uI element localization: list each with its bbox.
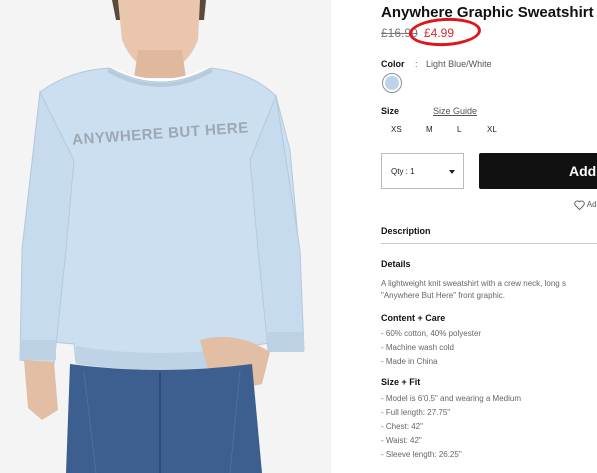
size-options: XS M L XL bbox=[381, 125, 521, 137]
fit-line: - Full length: 27.75" bbox=[381, 408, 451, 417]
size-option-l[interactable]: L bbox=[457, 125, 461, 134]
wishlist-label: Ad bbox=[586, 200, 597, 210]
content-line: - Machine wash cold bbox=[381, 343, 454, 352]
model-illustration bbox=[19, 0, 305, 473]
price-row: £16.90 £4.99 bbox=[381, 16, 581, 48]
product-title: Anywhere Graphic Sweatshirt bbox=[381, 4, 594, 21]
content-line: - Made in China bbox=[381, 357, 438, 366]
add-to-bag-label: Add bbox=[569, 163, 597, 179]
color-value: Light Blue/White bbox=[426, 59, 492, 69]
tab-description[interactable]: Description bbox=[381, 226, 431, 236]
size-header: Size Size Guide bbox=[381, 106, 477, 116]
size-guide-link[interactable]: Size Guide bbox=[433, 106, 477, 116]
details-line: "Anywhere But Here" front graphic. bbox=[381, 291, 505, 300]
divider bbox=[381, 243, 597, 244]
size-option-xl[interactable]: XL bbox=[487, 125, 497, 134]
fit-line: - Waist: 42" bbox=[381, 436, 422, 445]
product-image: ANYWHERE BUT HERE bbox=[0, 0, 331, 473]
color-swatch-light-blue[interactable] bbox=[382, 73, 402, 93]
fit-line: - Model is 6'0.5" and wearing a Medium bbox=[381, 394, 521, 403]
content-care-heading: Content + Care bbox=[381, 313, 446, 323]
chevron-down-icon bbox=[449, 170, 455, 174]
color-label: Color bbox=[381, 59, 405, 69]
fit-line: - Sleeve length: 26.25" bbox=[381, 450, 462, 459]
quantity-label: Qty : 1 bbox=[391, 167, 415, 176]
quantity-select[interactable]: Qty : 1 bbox=[381, 153, 464, 189]
details-line: A lightweight knit sweatshirt with a cre… bbox=[381, 279, 566, 288]
color-separator: : bbox=[415, 59, 418, 69]
color-row: Color : Light Blue/White bbox=[381, 59, 492, 69]
heart-icon bbox=[574, 200, 585, 211]
add-to-wishlist-link[interactable]: Ad bbox=[574, 200, 597, 211]
fit-line: - Chest: 42" bbox=[381, 422, 423, 431]
size-label: Size bbox=[381, 106, 400, 116]
size-option-m[interactable]: M bbox=[426, 125, 433, 134]
size-fit-heading: Size + Fit bbox=[381, 377, 421, 387]
details-heading: Details bbox=[381, 259, 411, 269]
content-line: - 60% cotton, 40% polyester bbox=[381, 329, 482, 338]
add-to-bag-button[interactable]: Add bbox=[479, 153, 597, 189]
product-details-panel: Anywhere Graphic Sweatshirt £16.90 £4.99… bbox=[381, 0, 597, 473]
size-option-xs[interactable]: XS bbox=[391, 125, 402, 134]
